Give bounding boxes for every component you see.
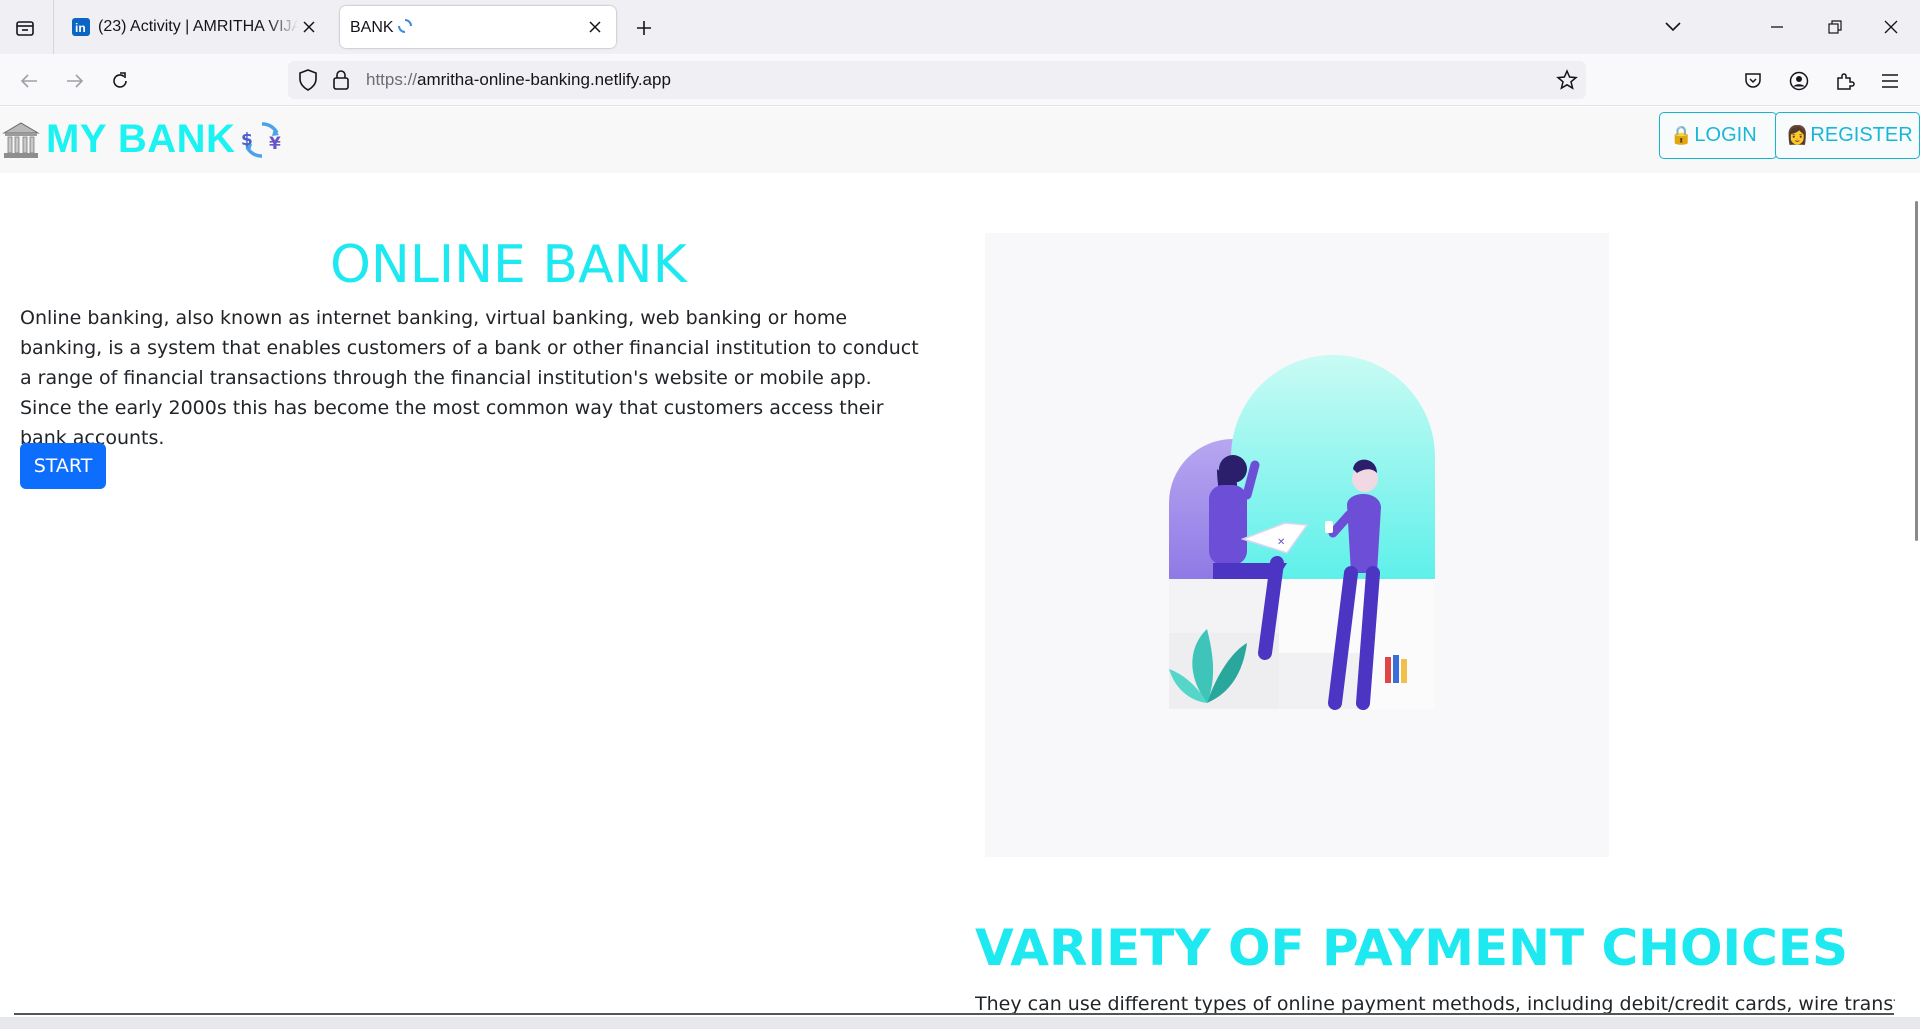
svg-text:$: $	[241, 130, 253, 150]
online-banking-illustration: ✕	[985, 233, 1609, 857]
currency-exchange-icon	[397, 18, 412, 33]
person-icon: 👩	[1786, 125, 1809, 145]
plus-icon	[637, 21, 651, 35]
web-page: MY BANK $ ¥ 🔒 LOGIN 👩 REGISTER ONLINE BA…	[0, 107, 1920, 1029]
address-bar[interactable]: https://amritha-online-banking.netlify.a…	[288, 61, 1586, 99]
forward-arrow-icon	[67, 74, 84, 88]
bookmark-star-icon[interactable]	[1556, 69, 1578, 96]
close-icon	[1884, 20, 1898, 34]
lock-icon[interactable]	[332, 69, 350, 96]
illustration-graphic: ✕	[1169, 355, 1435, 710]
close-icon	[303, 21, 315, 33]
tab-list-button[interactable]	[10, 14, 40, 42]
vertical-scrollbar[interactable]	[1912, 151, 1920, 1029]
lock-icon: 🔒	[1670, 125, 1693, 145]
url-host: amritha-online-banking.netlify.app	[417, 70, 671, 89]
browser-nav-bar: https://amritha-online-banking.netlify.a…	[0, 54, 1920, 106]
tab-title: (23) Activity | AMRITHA VIJAYAKUMAR	[98, 18, 298, 35]
svg-text:✕: ✕	[1277, 537, 1285, 548]
new-tab-button[interactable]	[630, 14, 658, 42]
currency-exchange-icon: $ ¥	[241, 121, 281, 158]
tab-title-text: BANK	[350, 18, 394, 36]
pocket-icon	[1745, 73, 1761, 88]
hero-title: ONLINE BANK	[330, 235, 687, 295]
login-label: LOGIN	[1694, 124, 1757, 146]
forward-button[interactable]	[60, 66, 90, 96]
chevron-down-icon	[1665, 22, 1681, 32]
minimize-button[interactable]	[1762, 12, 1792, 42]
scrollbar-thumb[interactable]	[1915, 201, 1918, 541]
svg-text:¥: ¥	[269, 134, 281, 154]
hero-description: Online banking, also known as internet b…	[20, 307, 919, 449]
payment-choices-title: VARIETY OF PAYMENT CHOICES	[975, 919, 1848, 977]
start-button[interactable]: START	[20, 443, 106, 489]
account-button[interactable]	[1784, 66, 1814, 96]
hamburger-menu-icon	[1882, 74, 1898, 88]
browser-tab-linkedin[interactable]: in (23) Activity | AMRITHA VIJAYAKUMAR	[62, 6, 330, 48]
restore-icon	[1828, 20, 1842, 34]
horizontal-scrollbar[interactable]	[14, 1013, 1894, 1015]
extensions-button[interactable]	[1830, 66, 1860, 96]
tab-list-icon	[16, 21, 34, 36]
close-icon	[589, 21, 601, 33]
menu-button[interactable]	[1875, 66, 1905, 96]
puzzle-icon	[1837, 73, 1855, 90]
restore-button[interactable]	[1820, 12, 1850, 42]
url-text: https://amritha-online-banking.netlify.a…	[366, 70, 671, 90]
brand-logo[interactable]: MY BANK $ ¥	[2, 117, 285, 162]
url-protocol: https://	[366, 70, 418, 89]
close-tab-button[interactable]	[298, 16, 320, 38]
close-tab-button[interactable]	[584, 16, 606, 38]
back-arrow-icon	[20, 74, 37, 88]
reload-button[interactable]	[105, 66, 135, 96]
browser-tab-bank[interactable]: BANK	[340, 6, 616, 48]
close-window-button[interactable]	[1876, 12, 1906, 42]
brand-name: MY BANK	[46, 117, 236, 161]
browser-tab-bar: in (23) Activity | AMRITHA VIJAYAKUMAR B…	[0, 0, 1920, 54]
account-icon	[1789, 71, 1809, 91]
site-header: MY BANK $ ¥ 🔒 LOGIN 👩 REGISTER	[0, 107, 1920, 173]
login-button[interactable]: 🔒 LOGIN	[1659, 112, 1777, 159]
svg-text:in: in	[75, 21, 86, 35]
list-all-tabs-button[interactable]	[1658, 12, 1688, 42]
pocket-button[interactable]	[1738, 66, 1768, 96]
tracking-protection-icon[interactable]	[298, 69, 318, 96]
register-button[interactable]: 👩 REGISTER	[1775, 112, 1920, 159]
bottom-strip	[0, 1017, 1920, 1029]
linkedin-icon: in	[72, 18, 90, 36]
register-label: REGISTER	[1810, 124, 1913, 146]
minimize-icon	[1771, 26, 1783, 28]
tab-separator	[53, 0, 54, 54]
bank-building-icon	[2, 121, 40, 158]
tab-title: BANK	[350, 18, 584, 37]
reload-icon	[113, 72, 127, 88]
back-button[interactable]	[14, 66, 44, 96]
